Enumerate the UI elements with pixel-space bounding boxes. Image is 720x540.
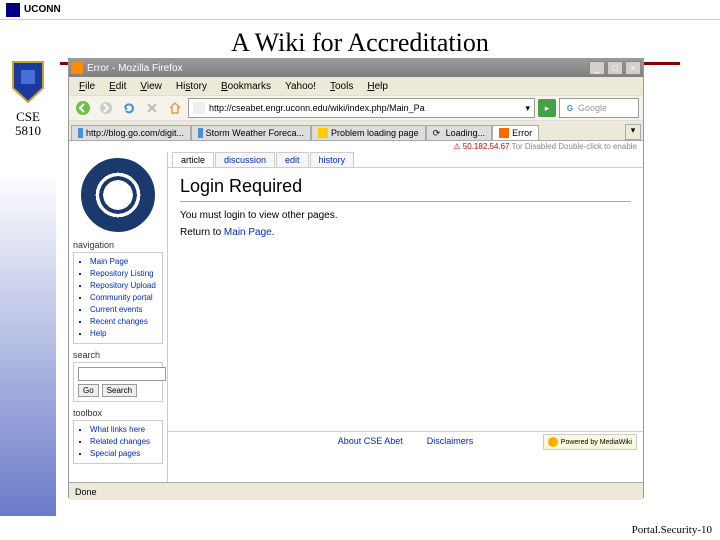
course-code-line2: 5810 xyxy=(0,124,56,138)
mediawiki-label: Powered by MediaWiki xyxy=(561,439,632,446)
tor-hint: Tor Disabled Double-click to enable xyxy=(512,142,637,151)
toolbox-whatlinks[interactable]: What links here xyxy=(90,424,158,436)
main-page-link[interactable]: Main Page xyxy=(224,227,272,238)
mediawiki-icon xyxy=(548,437,558,447)
footer-about-link[interactable]: About CSE Abet xyxy=(338,436,403,446)
tab-0[interactable]: http://blog.go.com/digit... xyxy=(71,125,191,140)
tab-1[interactable]: Storm Weather Foreca... xyxy=(191,125,311,140)
url-bar[interactable]: http://cseabet.engr.uconn.edu/wiki/index… xyxy=(188,98,535,118)
tab-2[interactable]: Problem loading page xyxy=(311,125,426,140)
slide-footer-label: Portal.Security-10 xyxy=(632,524,712,536)
toolbox: What links here Related changes Special … xyxy=(73,420,163,464)
tab-3[interactable]: ⟳Loading... xyxy=(426,125,493,140)
search-heading: search xyxy=(73,350,163,360)
uconn-label: UCONN xyxy=(24,4,61,15)
wiki-return-line: Return to Main Page. xyxy=(180,227,631,238)
nav-item-current[interactable]: Current events xyxy=(90,304,158,316)
firefox-window: Error - Mozilla Firefox _ □ × File Edit … xyxy=(68,58,644,498)
status-text: Done xyxy=(75,487,97,497)
new-tab-button[interactable]: ▾ xyxy=(625,124,641,140)
menu-bookmarks[interactable]: Bookmarks xyxy=(215,81,277,92)
search-button[interactable]: Search xyxy=(102,384,137,397)
forward-button[interactable] xyxy=(96,98,116,118)
dropdown-icon[interactable]: ▾ xyxy=(525,103,530,114)
nav-heading: navigation xyxy=(73,240,163,250)
reload-button[interactable] xyxy=(119,98,139,118)
go-button[interactable]: ▸ xyxy=(538,99,556,117)
nav-item-community[interactable]: Community portal xyxy=(90,292,158,304)
wiki-page: navigation Main Page Repository Listing … xyxy=(69,152,643,482)
tor-status-bar: ⚠ 50.182.54.67 Tor Disabled Double-click… xyxy=(69,141,643,152)
toolbox-special[interactable]: Special pages xyxy=(90,448,158,460)
menu-help[interactable]: Help xyxy=(361,81,394,92)
google-icon: G xyxy=(564,102,576,114)
nav-item-recent[interactable]: Recent changes xyxy=(90,316,158,328)
wiki-body-text: You must login to view other pages. xyxy=(180,210,631,221)
search-placeholder: Google xyxy=(578,103,607,113)
wiki-tab-article[interactable]: article xyxy=(172,152,214,167)
tab-favicon-icon xyxy=(78,128,83,138)
wiki-content: Login Required You must login to view ot… xyxy=(168,167,643,431)
nav-item-repo-upload[interactable]: Repository Upload xyxy=(90,280,158,292)
search-go-button[interactable]: Go xyxy=(78,384,99,397)
menu-tools[interactable]: Tools xyxy=(324,81,359,92)
uconn-header: UCONN xyxy=(0,0,720,20)
page-favicon-icon xyxy=(193,102,205,114)
menu-yahoo[interactable]: Yahoo! xyxy=(279,81,322,92)
loading-icon: ⟳ xyxy=(433,128,443,138)
window-title: Error - Mozilla Firefox xyxy=(87,63,589,74)
warning-icon xyxy=(318,128,328,138)
nav-item-help[interactable]: Help xyxy=(90,328,158,340)
uconn-seal-icon xyxy=(81,158,155,232)
wiki-tab-edit[interactable]: edit xyxy=(276,152,309,167)
wiki-heading: Login Required xyxy=(180,176,631,202)
course-badge-icon xyxy=(11,60,45,104)
maximize-button[interactable]: □ xyxy=(607,61,623,75)
status-bar: Done xyxy=(69,482,643,500)
home-button[interactable] xyxy=(165,98,185,118)
error-icon xyxy=(499,128,509,138)
slide-sidebar: CSE 5810 xyxy=(0,56,56,516)
tab-bar: http://blog.go.com/digit... Storm Weathe… xyxy=(69,121,643,141)
firefox-icon xyxy=(71,62,83,74)
slide-title: A Wiki for Accreditation xyxy=(0,28,720,58)
wiki-sidebar: navigation Main Page Repository Listing … xyxy=(69,152,167,482)
nav-toolbar: http://cseabet.engr.uconn.edu/wiki/index… xyxy=(69,95,643,121)
wiki-tab-history[interactable]: history xyxy=(310,152,355,167)
uconn-shield-icon xyxy=(6,3,20,17)
course-code: CSE 5810 xyxy=(0,110,56,139)
wiki-tab-discussion[interactable]: discussion xyxy=(215,152,275,167)
back-button[interactable] xyxy=(73,98,93,118)
wiki-footer: About CSE Abet Disclaimers Powered by Me… xyxy=(168,431,643,450)
wiki-search-box: Go Search xyxy=(73,362,163,402)
course-code-line1: CSE xyxy=(0,110,56,124)
menu-file[interactable]: File xyxy=(73,81,101,92)
toolbox-heading: toolbox xyxy=(73,408,163,418)
browser-search-box[interactable]: G Google xyxy=(559,98,639,118)
nav-box: Main Page Repository Listing Repository … xyxy=(73,252,163,344)
close-button[interactable]: × xyxy=(625,61,641,75)
tab-favicon-icon xyxy=(198,128,203,138)
menubar: File Edit View History Bookmarks Yahoo! … xyxy=(69,77,643,95)
wiki-search-input[interactable] xyxy=(78,367,166,381)
toolbox-related[interactable]: Related changes xyxy=(90,436,158,448)
menu-history[interactable]: History xyxy=(170,81,213,92)
mediawiki-badge[interactable]: Powered by MediaWiki xyxy=(543,434,637,450)
footer-disclaimers-link[interactable]: Disclaimers xyxy=(427,436,474,446)
wiki-tabs: article discussion edit history xyxy=(168,152,643,167)
nav-item-main[interactable]: Main Page xyxy=(90,256,158,268)
ip-address: 50.182.54.67 xyxy=(463,142,510,151)
minimize-button[interactable]: _ xyxy=(589,61,605,75)
stop-button[interactable] xyxy=(142,98,162,118)
menu-view[interactable]: View xyxy=(134,81,168,92)
window-titlebar[interactable]: Error - Mozilla Firefox _ □ × xyxy=(69,59,643,77)
nav-item-repo-list[interactable]: Repository Listing xyxy=(90,268,158,280)
wiki-main: article discussion edit history Login Re… xyxy=(167,152,643,482)
tab-4[interactable]: Error xyxy=(492,125,539,140)
url-text: http://cseabet.engr.uconn.edu/wiki/index… xyxy=(209,103,425,113)
menu-edit[interactable]: Edit xyxy=(103,81,132,92)
